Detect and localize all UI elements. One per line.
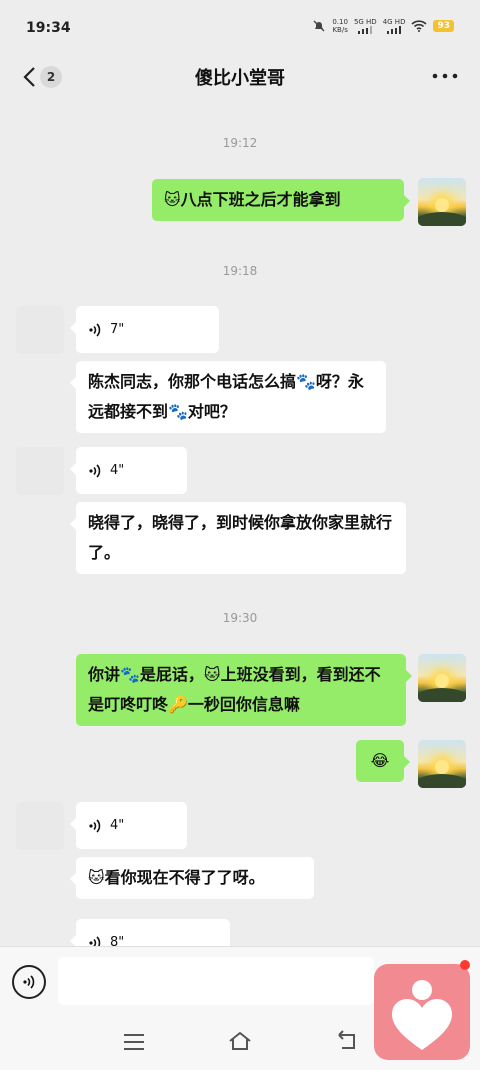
home-icon[interactable] (227, 1029, 253, 1053)
signal-4g: 4G HD (383, 18, 405, 34)
notification-dot (460, 960, 470, 970)
message-bubble-mine[interactable]: 🐱八点下班之后才能拿到 (152, 179, 410, 221)
voice-input-button[interactable] (12, 965, 46, 999)
contact-avatar[interactable] (16, 306, 64, 354)
message-bubble-other[interactable]: 陈杰同志，你那个电话怎么搞🐾呀？永远都接不到🐾对吧？ (70, 361, 386, 433)
message-bubble-other[interactable]: 晓得了，晓得了，到时候你拿放你家里就行了。 (70, 502, 406, 574)
signal-5g: 5G HD (354, 18, 377, 34)
contact-avatar[interactable] (16, 447, 64, 495)
voice-wave-icon (89, 935, 101, 946)
voice-message[interactable]: 8" (70, 919, 230, 947)
contact-avatar[interactable] (16, 802, 64, 850)
net-speed: 0.10 KB/s (332, 18, 348, 34)
voice-wave-icon (89, 818, 101, 833)
timestamp: 19:30 (222, 611, 258, 625)
back-nav-icon[interactable] (334, 1030, 360, 1052)
mute-bell-icon (313, 20, 325, 32)
status-time: 19:34 (26, 20, 71, 36)
chat-header: 2 傻比小堂哥 (0, 48, 480, 104)
timestamp: 19:12 (222, 136, 258, 150)
message-list[interactable]: 19:12 🐱八点下班之后才能拿到 19:18 7" 陈杰同志，你那个电话怎么搞… (0, 104, 480, 946)
my-avatar[interactable] (418, 740, 466, 788)
voice-message[interactable]: 7" (70, 306, 219, 353)
status-bar: 19:34 0.10 KB/s 5G HD 4G HD 93 (0, 0, 480, 48)
voice-wave-icon (89, 322, 101, 337)
voice-duration: 4" (110, 462, 125, 478)
message-bubble-mine[interactable]: 😂 (356, 740, 410, 782)
voice-duration: 8" (110, 934, 125, 947)
message-bubble-other[interactable]: 🐱看你现在不得了了呀。 (70, 857, 314, 899)
message-bubble-mine[interactable]: 你讲🐾是屁话，🐱上班没看到，看到还不是叮咚叮咚🔑一秒回你信息嘛 (76, 654, 412, 726)
menu-icon[interactable] (122, 1032, 146, 1052)
heart-person-icon (392, 980, 452, 1050)
wifi-icon (411, 20, 428, 32)
voice-message[interactable]: 4" (70, 802, 187, 849)
message-input[interactable] (58, 957, 374, 1005)
my-avatar[interactable] (418, 178, 466, 226)
voice-duration: 4" (110, 817, 125, 833)
timestamp: 19:18 (222, 264, 258, 278)
voice-duration: 7" (110, 321, 125, 337)
more-options-icon[interactable] (432, 68, 458, 84)
floating-app-button[interactable] (374, 964, 470, 1060)
voice-message[interactable]: 4" (70, 447, 187, 494)
voice-wave-icon (23, 975, 35, 989)
battery-badge: 93 (433, 20, 454, 32)
status-icons: 0.10 KB/s 5G HD 4G HD 93 (312, 18, 454, 34)
voice-wave-icon (89, 463, 101, 478)
chat-title: 傻比小堂哥 (195, 68, 285, 89)
my-avatar[interactable] (418, 654, 466, 702)
